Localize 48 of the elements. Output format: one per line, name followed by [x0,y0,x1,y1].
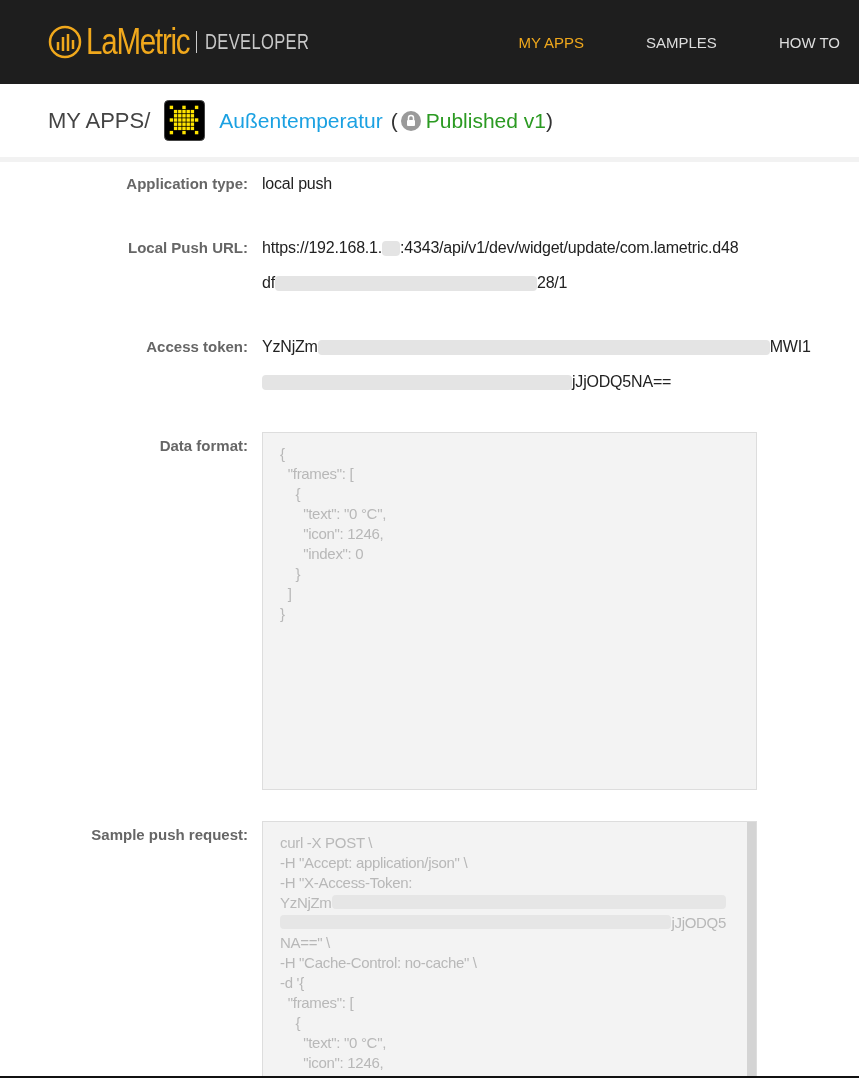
code-line: "frames": [ [286,464,354,482]
code-line: { [280,444,285,462]
breadcrumb-link[interactable]: MY APPS/ [48,107,151,134]
code-line: } [294,564,301,582]
redacted-blur [382,240,401,256]
logo-icon [48,25,82,59]
code-line: "text": "0 °C", [302,1033,387,1051]
code-line: curl -X POST \ [280,833,373,851]
code-line: "icon": 1246, [302,1053,384,1071]
code-line: jJjODQ5 [671,913,726,931]
field-label: Access token: [145,337,248,357]
nav-link[interactable]: HOW TO [735,33,859,51]
field-value: df [262,274,275,292]
field-label: Data format: [158,436,248,456]
field-value: YzNjZm [262,338,318,356]
scrollbar[interactable] [747,822,756,1076]
code-line: "index": 0 [302,544,364,562]
lock-icon [400,110,421,131]
code-line: } [280,604,285,622]
code-line: NA==" \ [280,933,330,951]
nav-link[interactable]: MY APPS [475,33,603,51]
code-line: { [294,1013,301,1031]
code-line: -H "Accept: application/json" \ [280,853,468,871]
code-line: -H "X-Access-Token: [280,873,413,891]
field-label: Local Push URL: [127,238,248,258]
sun-icon [164,100,206,141]
logo-text: LaMetric [86,21,190,63]
parenthesis: ) [546,108,553,133]
code-line: "frames": [ [286,993,354,1011]
field-label: Application type: [125,174,248,194]
field-value: local push [262,175,333,193]
code-line: "icon": 1246, [302,524,384,542]
code-line: -H "Cache-Control: no-cache" \ [280,953,477,971]
field-value: https://192.168.1. [262,239,383,257]
field-label: Sample push request: [90,825,248,845]
field-value: 28/1 [536,274,568,292]
logo-subtitle: DEVELOPER [205,29,310,55]
code-line: -d '{ [280,973,304,991]
field-value: jJjODQ5NA== [572,373,672,391]
nav-link[interactable]: SAMPLES [603,33,736,51]
field-value: MWI1 [769,338,811,356]
code-line: "text": "0 °C", [302,504,387,522]
field-value: :4343/api/v1/dev/widget/update/com.lametric.d48 [400,239,739,257]
code-line: YzNjZm [280,893,332,911]
parenthesis: ( [390,108,398,133]
code-line: { [294,484,301,502]
code-line: ] [286,584,292,602]
status-text: Published v1 [425,108,546,133]
